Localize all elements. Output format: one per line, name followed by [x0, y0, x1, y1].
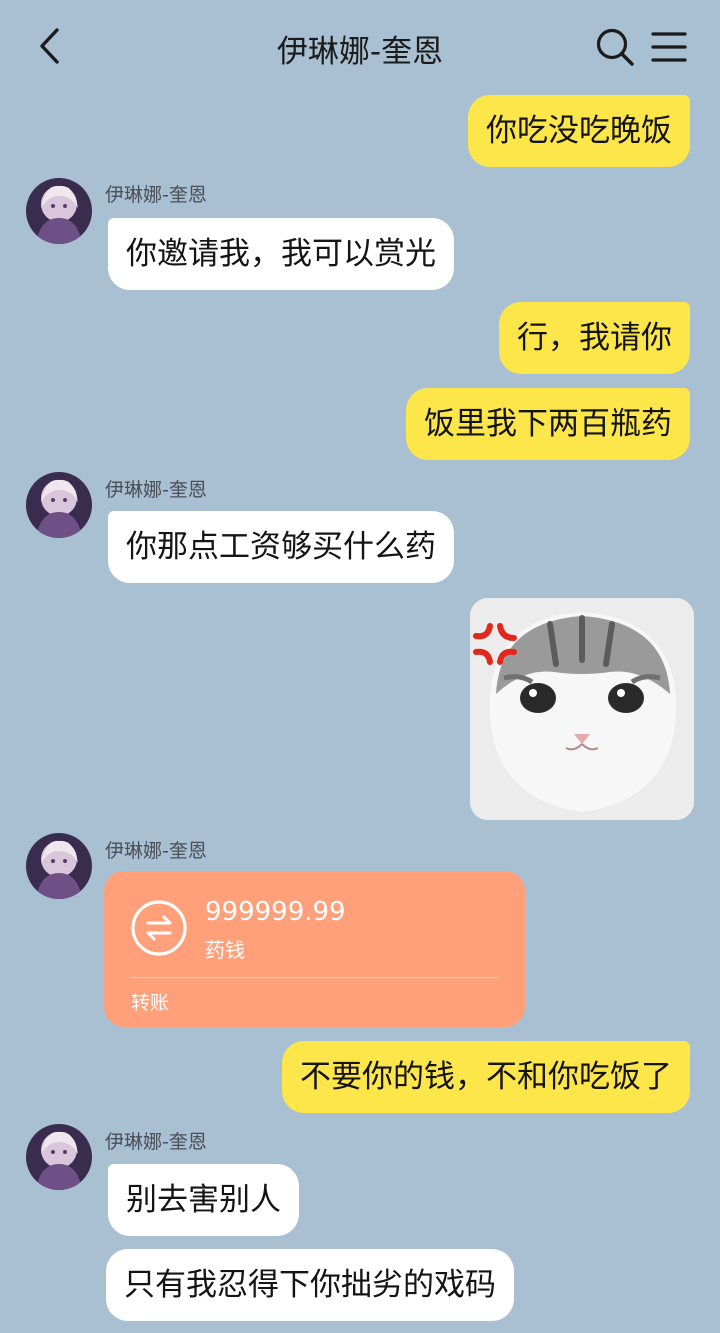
sender-name: 伊琳娜-奎恩 — [105, 479, 207, 501]
my-message-bubble[interactable]: 不要你的钱，不和你吃饭了 — [282, 1041, 690, 1113]
chat-header: 伊琳娜-奎恩 — [0, 0, 720, 92]
angry-cat-sticker — [470, 598, 694, 820]
transfer-amount: 999999.99 — [205, 897, 346, 927]
their-message-bubble[interactable]: 别去害别人 — [108, 1164, 299, 1236]
back-button[interactable] — [30, 24, 70, 68]
chevron-left-icon — [40, 28, 59, 64]
my-message-bubble[interactable]: 你吃没吃晚饭 — [468, 95, 690, 167]
transfer-icon — [130, 899, 188, 957]
avatar[interactable] — [26, 178, 92, 244]
their-message-bubble[interactable]: 你那点工资够买什么药 — [108, 511, 454, 583]
sticker-message[interactable] — [470, 598, 694, 820]
sender-name: 伊琳娜-奎恩 — [105, 1131, 207, 1153]
my-message-bubble[interactable]: 饭里我下两百瓶药 — [406, 388, 690, 460]
their-message-bubble[interactable]: 只有我忍得下你拙劣的戏码 — [106, 1249, 514, 1321]
my-message-bubble[interactable]: 行，我请你 — [499, 302, 690, 374]
search-button[interactable] — [594, 26, 636, 68]
avatar[interactable] — [26, 1124, 92, 1190]
sender-name: 伊琳娜-奎恩 — [105, 184, 207, 206]
message-text: 你吃没吃晚饭 — [486, 113, 672, 149]
avatar-image — [26, 178, 92, 244]
avatar[interactable] — [26, 472, 92, 538]
search-icon — [596, 28, 634, 66]
avatar-image — [26, 472, 92, 538]
their-message-bubble[interactable]: 你邀请我，我可以赏光 — [108, 218, 454, 290]
message-text: 你那点工资够买什么药 — [126, 529, 436, 565]
message-text: 别去害别人 — [126, 1182, 281, 1218]
divider — [130, 977, 499, 978]
message-text: 只有我忍得下你拙劣的戏码 — [124, 1267, 496, 1303]
transfer-note: 药钱 — [205, 938, 245, 962]
message-text: 行，我请你 — [517, 320, 672, 356]
sender-name: 伊琳娜-奎恩 — [105, 840, 207, 862]
transfer-card[interactable]: 999999.99 药钱 转账 — [104, 871, 525, 1027]
avatar-image — [26, 833, 92, 899]
menu-icon — [651, 32, 687, 62]
avatar-image — [26, 1124, 92, 1190]
message-text: 不要你的钱，不和你吃饭了 — [300, 1059, 672, 1095]
message-text: 饭里我下两百瓶药 — [424, 406, 672, 442]
avatar[interactable] — [26, 833, 92, 899]
message-text: 你邀请我，我可以赏光 — [126, 236, 436, 272]
menu-button[interactable] — [650, 28, 688, 66]
transfer-label: 转账 — [131, 992, 170, 1014]
